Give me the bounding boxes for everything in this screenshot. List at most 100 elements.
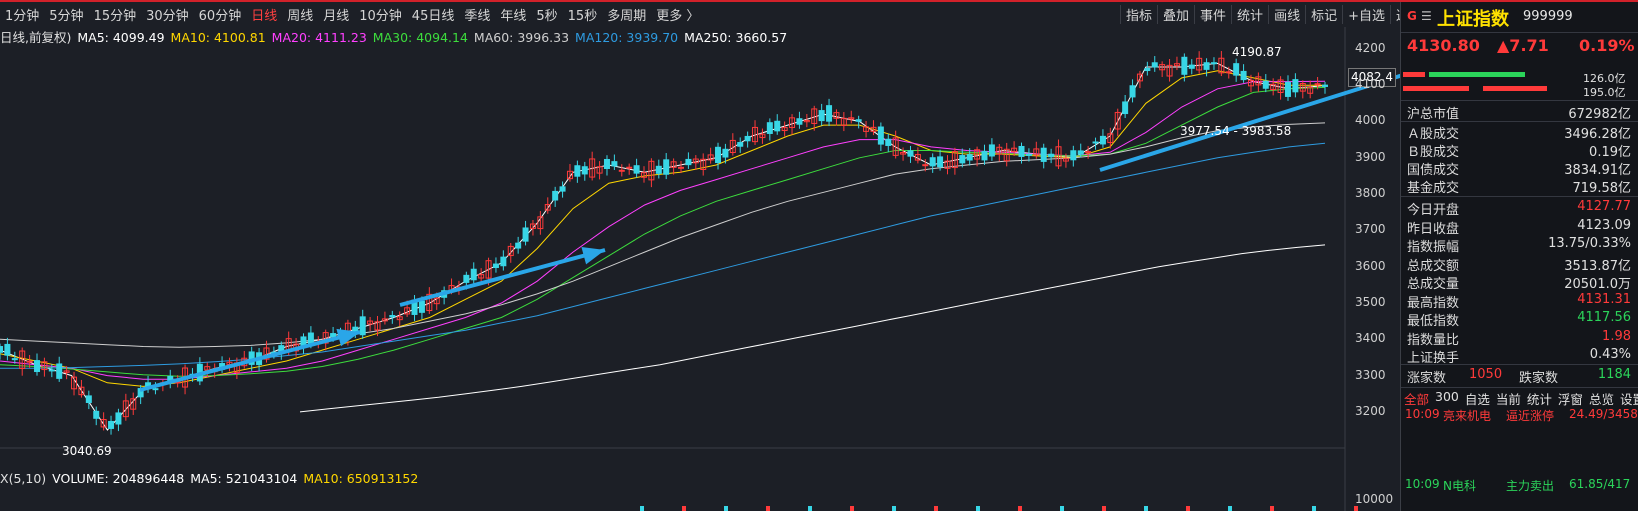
news-item[interactable]: 10:09 亮来机电 逼近涨停 24.49/3458 [1401,407,1638,425]
row-label: 今日开盘 [1407,203,1460,218]
news-tab[interactable]: 统计 [1524,389,1555,407]
period-9[interactable]: 45日线 [407,5,460,24]
period-6[interactable]: 周线 [282,5,318,24]
period-0[interactable]: 1分钟 [0,5,44,24]
row-value: 4123.09 [1577,217,1631,233]
sell-bar-red-2 [1483,86,1547,91]
tool-2[interactable]: 事件 [1194,5,1231,24]
news-tab[interactable]: 总览 [1586,389,1617,407]
candle-body [737,142,744,147]
stat-row: 总成交额 3513.87亿 [1401,255,1638,274]
candle-body [581,166,588,175]
candle-body [744,135,751,142]
candle-body [818,110,825,122]
menu-icon[interactable]: ☰ [1421,9,1432,23]
ma-line-ma30 [0,86,1326,377]
news-event: 主力卖出 [1506,479,1555,493]
candle-body [633,165,640,174]
period-10[interactable]: 季线 [459,5,495,24]
row-label: 沪总市值 [1407,107,1460,122]
period-12[interactable]: 5秒 [531,5,562,24]
ma-line-ma10 [0,70,1325,387]
candle-body [685,158,692,166]
news-tab[interactable]: 自选 [1462,389,1493,407]
kline-chart[interactable] [0,0,1400,511]
news-tab[interactable]: 全部 [1401,389,1432,407]
turnover-row: Ｂ股成交 0.19亿 [1401,141,1638,160]
ma-line-ma60 [0,122,1326,348]
news-tab[interactable]: 浮窗 [1555,389,1586,407]
candle-body [4,343,11,356]
candle-body [56,363,63,379]
candle-body [922,164,929,167]
period-14[interactable]: 多周期 [602,5,651,24]
tool-3[interactable]: 统计 [1231,5,1268,24]
price-axis-tick: 3800 [1355,186,1386,201]
down-count-label: 跌家数 [1519,371,1559,386]
stat-row: 指数量比 1.98 [1401,328,1638,348]
volume-bar [724,506,728,511]
candle-body [1181,56,1188,75]
period-5[interactable]: 日线 [246,5,282,24]
row-label: 国债成交 [1407,163,1460,178]
row-label: Ｂ股成交 [1407,145,1460,160]
tool-4[interactable]: 画线 [1268,5,1305,24]
ma-prefix: 日线,前复权) [0,30,72,45]
tool-1[interactable]: 叠加 [1157,5,1194,24]
period-11[interactable]: 年线 [495,5,531,24]
period-4[interactable]: 60分钟 [194,5,247,24]
candle-body [603,158,610,169]
buy-bar-green [1429,72,1525,77]
stat-row: 昨日收盘 4123.09 [1401,217,1638,237]
news-value: 24.49/3458 [1569,407,1638,421]
row-value: 13.75/0.33% [1548,236,1631,251]
stat-row: 上证换手 0.43% [1401,347,1638,366]
candle-body [1188,64,1195,69]
period-7[interactable]: 月线 [318,5,354,24]
volume-bar [1144,506,1148,511]
divider [1401,100,1638,101]
candle-body [655,165,662,174]
quote-header: G ☰ 上证指数 999999 [1401,2,1638,32]
vol-prefix: X(5,10) [0,471,47,486]
row-value: 4117.56 [1577,310,1631,325]
period-13[interactable]: 15秒 [563,5,603,24]
news-tab[interactable]: 设置 [1617,389,1638,407]
bar-value-2: 195.0亿 [1583,86,1626,99]
tool-5[interactable]: 标记 [1305,5,1342,24]
trend-arrow-2-head [581,247,605,265]
candle-body [937,156,944,168]
candle-body [611,161,618,167]
period-8[interactable]: 10分钟 [354,5,407,24]
g-icon[interactable]: G [1407,9,1417,23]
vol-item: VOLUME: 204896448 [52,471,185,486]
period-2[interactable]: 15分钟 [89,5,142,24]
candle-body [85,395,92,403]
row-value: 3834.91亿 [1564,163,1631,178]
ma-item: MA60: 3996.33 [473,30,570,45]
news-item[interactable]: 10:09 N电科 主力卖出 61.85/417 [1401,477,1638,495]
divider [1401,121,1638,122]
row-value: 1.98 [1602,328,1631,344]
row-label: 总成交额 [1407,258,1460,274]
period-15[interactable]: 更多 〉 [651,5,704,24]
candle-body [359,316,366,336]
tool-0[interactable]: 指标 [1120,5,1157,24]
ma-item: MA30: 4094.14 [372,30,468,45]
candle-body [722,148,729,158]
divider [1401,387,1638,388]
news-tab[interactable]: 300 [1432,389,1462,407]
candle-body [470,268,477,281]
news-tab[interactable]: 当前 [1493,389,1524,407]
candle-body [1210,62,1217,65]
tool-6[interactable]: +自选 [1342,5,1390,24]
candle-body [1262,80,1269,89]
ma-line-ma20 [0,80,1326,380]
stat-row: 指数振幅 13.75/0.33% [1401,236,1638,255]
price-axis-tick: 4100 [1355,77,1386,92]
price-axis-tick: 3300 [1355,367,1386,382]
period-1[interactable]: 5分钟 [44,5,88,24]
index-name: 上证指数 [1437,9,1509,30]
ma-item: MA5: 4099.49 [77,30,165,45]
period-3[interactable]: 30分钟 [141,5,194,24]
